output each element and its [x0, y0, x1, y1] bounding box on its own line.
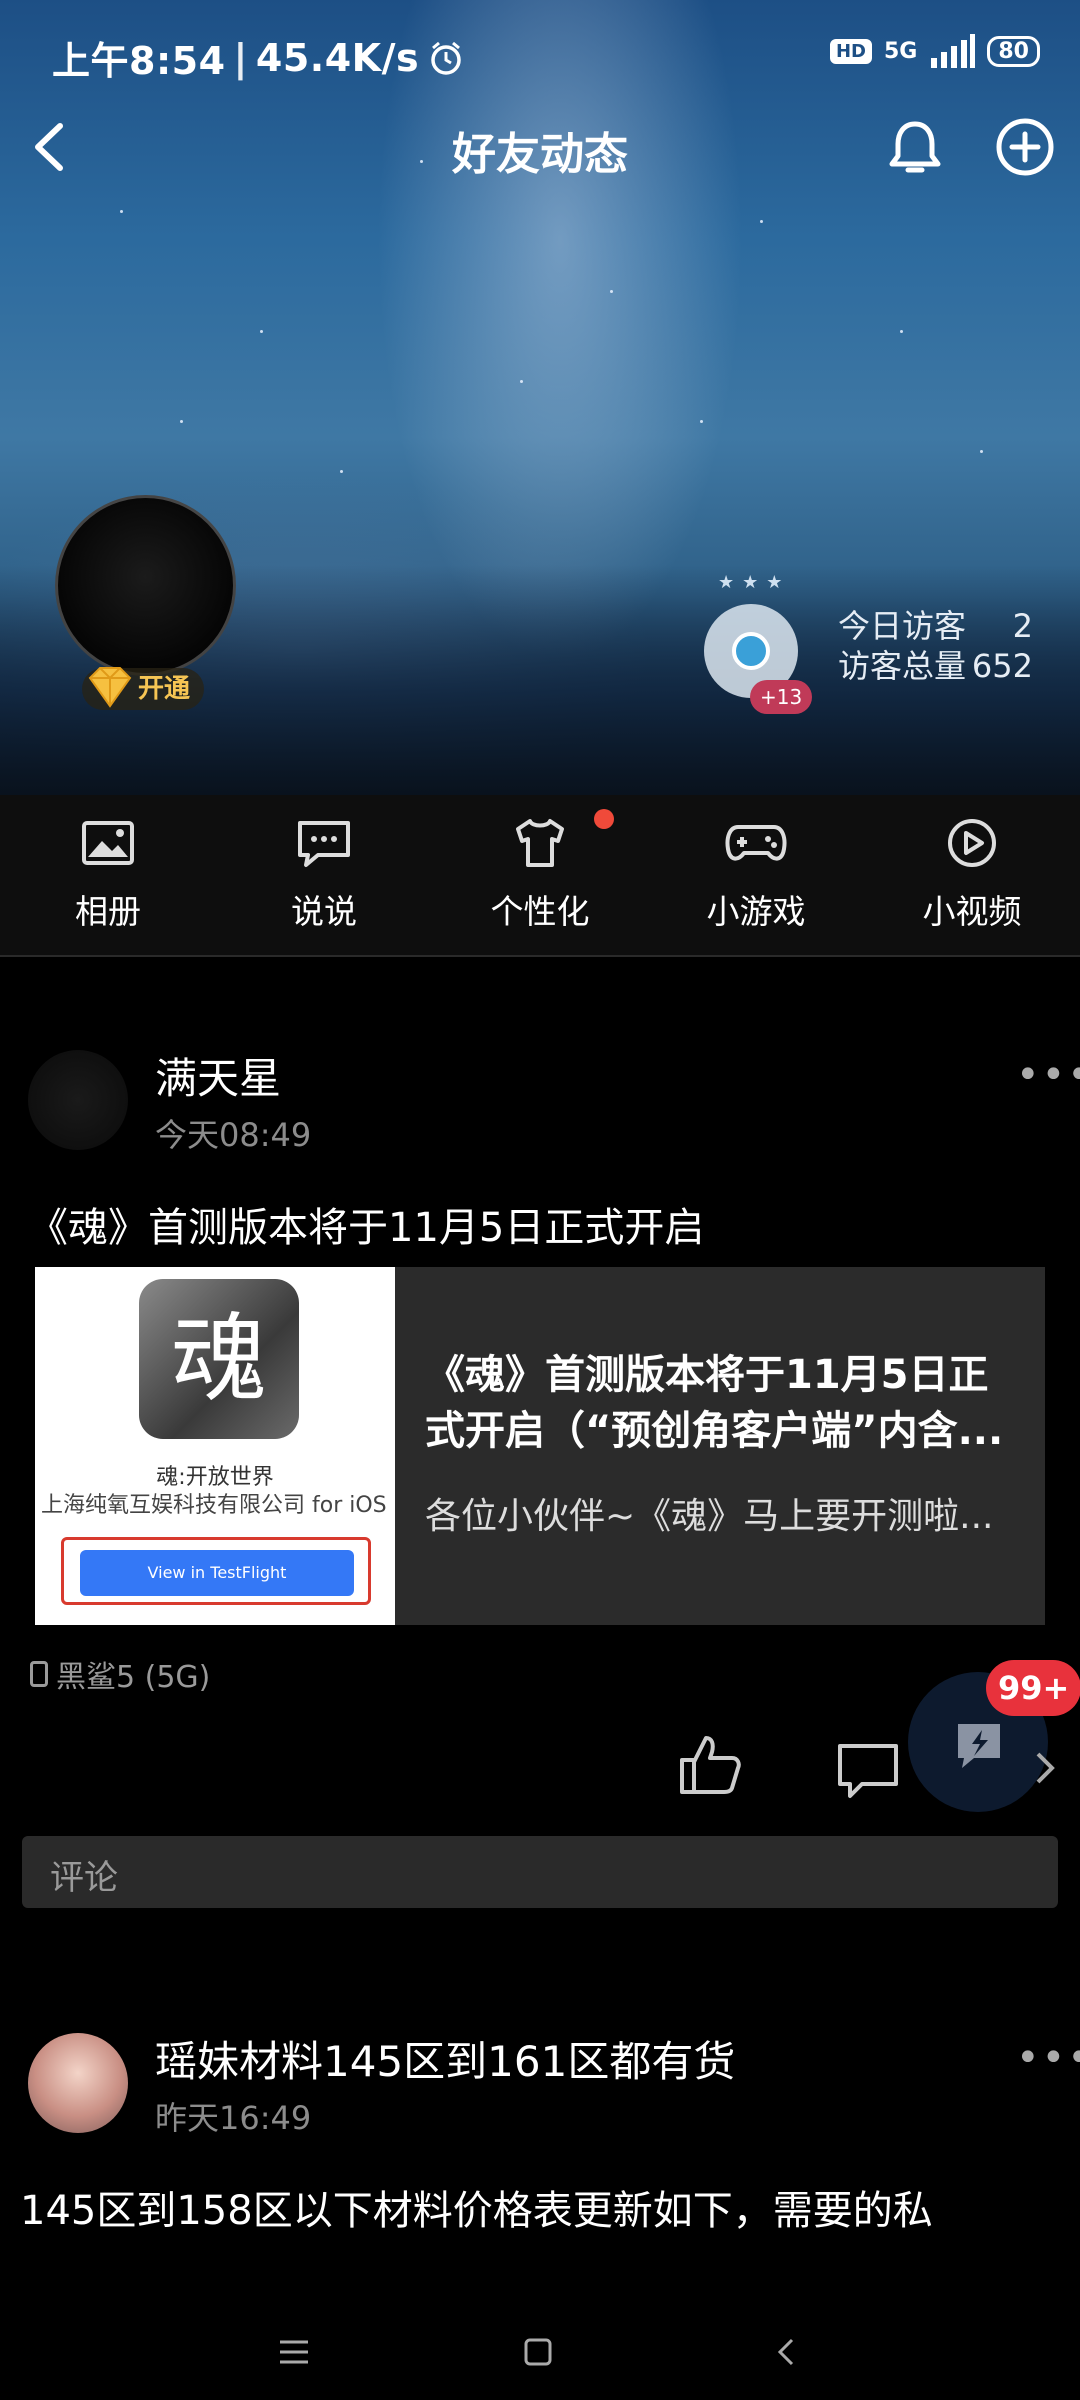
more-options-icon[interactable]: ••• [1016, 1052, 1080, 1098]
quick-label-album: 相册 [75, 892, 141, 931]
comment-icon[interactable] [836, 1740, 900, 1800]
photo-album-icon [82, 821, 134, 865]
post-time: 昨天16:49 [155, 2099, 312, 2137]
play-icon [948, 819, 996, 867]
card-title: 《魂》首测版本将于11月5日正式开启（“预创角客户端”内含... [425, 1352, 1004, 1454]
total-visitors-label: 访客总量 [838, 647, 967, 685]
status-bar: 上午8:54 | 45.4K/s HD 5G 80 [0, 0, 1080, 100]
quick-item-album[interactable]: 相册 [8, 815, 208, 933]
add-post-button[interactable] [990, 112, 1060, 182]
more-options-icon[interactable]: ••• [1016, 2035, 1080, 2081]
notification-button[interactable] [880, 112, 950, 182]
testflight-button: View in TestFlight [80, 1550, 354, 1596]
post-username[interactable]: 满天星 [155, 1045, 281, 1106]
post-time: 今天08:49 [155, 1116, 312, 1154]
shirt-icon [516, 819, 564, 867]
today-visitors-label: 今日访客 [838, 607, 967, 645]
network-speed: 45.4K/s [255, 35, 420, 80]
total-visitors-count: 652 [971, 647, 1033, 685]
device-name: 黑鲨5 (5G) [56, 1660, 211, 1695]
quick-item-minigame[interactable]: 小游戏 [656, 815, 856, 933]
system-nav-bar [0, 2290, 1080, 2400]
signal-icon [931, 34, 976, 68]
comment-input[interactable]: 评论 [22, 1836, 1058, 1908]
quick-item-personalize[interactable]: 个性化 [440, 815, 640, 933]
message-icon [298, 821, 350, 867]
visitor-stats[interactable]: 今日访客 2 访客总量 652 [838, 606, 1033, 686]
post-text: 《魂》首测版本将于11月5日正式开启 [28, 1205, 705, 1251]
quick-label-minigame: 小游戏 [706, 892, 806, 931]
quick-label-shuoshuo: 说说 [291, 892, 357, 931]
post-username[interactable]: 瑶妹材料145区到161区都有货 [155, 2028, 735, 2089]
comment-placeholder: 评论 [50, 1858, 118, 1898]
quick-item-shuoshuo[interactable]: 说说 [224, 815, 424, 933]
vip-label: 开通 [138, 674, 191, 704]
battery-indicator: 80 [987, 35, 1040, 67]
plus-circle-icon [996, 118, 1054, 176]
back-nav-icon[interactable] [766, 2332, 806, 2372]
today-visitors-count: 2 [1012, 607, 1033, 645]
user-avatar[interactable] [55, 495, 236, 676]
eye-icon [732, 632, 770, 670]
thumb-company: 上海纯氧互娱科技有限公司 for iOS [41, 1493, 387, 1518]
visitor-stars-decor: ★★★ [718, 572, 791, 593]
hd-badge: HD [829, 38, 872, 64]
new-indicator-dot [594, 809, 614, 829]
thumb-highlight-frame: View in TestFlight [61, 1537, 371, 1605]
gamepad-icon [725, 825, 787, 861]
card-description: 各位小伙伴~《魂》马上要开测啦... [425, 1496, 994, 1537]
quick-label-personalize: 个性化 [490, 892, 590, 931]
chevron-right-icon[interactable] [1030, 1748, 1060, 1788]
network-type: 5G [884, 38, 918, 64]
phone-icon [30, 1661, 48, 1687]
link-card[interactable]: 魂 魂:开放世界 上海纯氧互娱科技有限公司 for iOS View in Te… [35, 1267, 1045, 1625]
home-icon[interactable] [518, 2332, 558, 2372]
menu-icon[interactable] [274, 2332, 314, 2372]
post-avatar[interactable] [28, 2033, 128, 2133]
card-thumbnail: 魂 魂:开放世界 上海纯氧互娱科技有限公司 for iOS View in Te… [35, 1267, 395, 1625]
diamond-icon [88, 667, 132, 708]
game-app-icon: 魂 [139, 1279, 299, 1439]
post-text: 145区到158区以下材料价格表更新如下，需要的私 [20, 2188, 933, 2234]
bell-icon [889, 121, 941, 173]
quick-menu: 相册 说说 个性化 小游戏 小视频 [0, 795, 1080, 957]
quick-label-minivideo: 小视频 [922, 892, 1022, 931]
visitor-increase-badge: +13 [750, 680, 813, 714]
like-icon[interactable] [676, 1730, 746, 1800]
quick-item-minivideo[interactable]: 小视频 [872, 815, 1072, 933]
post-avatar[interactable] [28, 1050, 128, 1150]
unread-count-badge: 99+ [986, 1660, 1080, 1716]
device-info: 黑鲨5 (5G) [30, 1652, 210, 1696]
alarm-icon [431, 41, 461, 75]
status-time: 上午8:54 [52, 39, 226, 83]
